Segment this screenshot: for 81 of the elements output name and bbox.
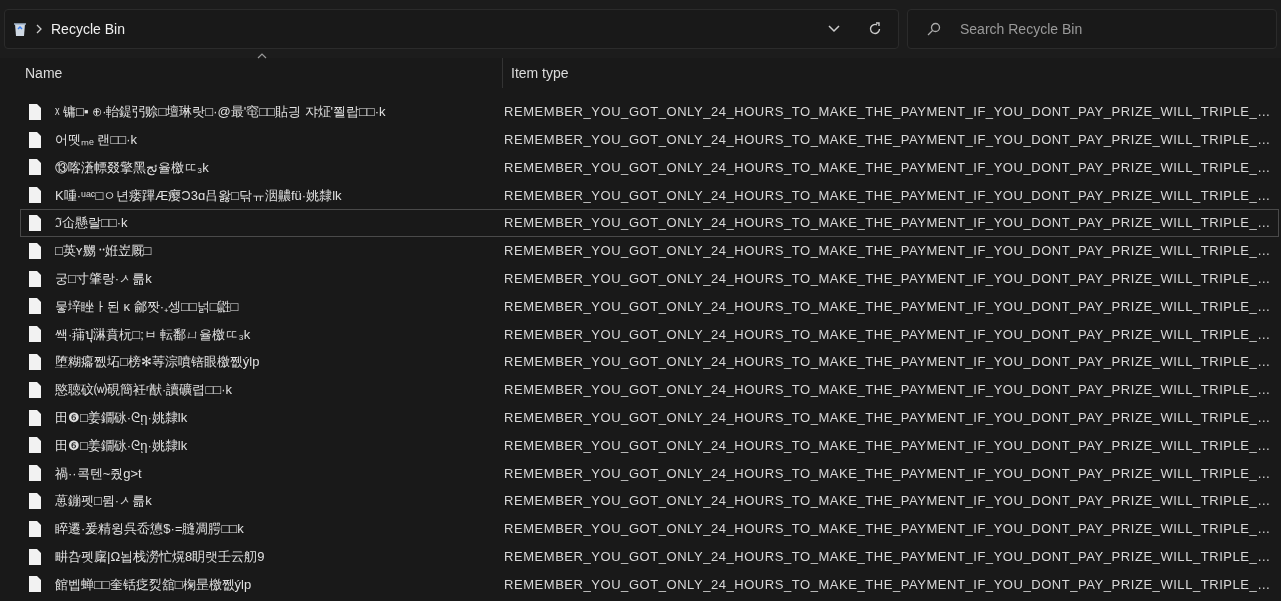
- file-icon: [29, 493, 41, 510]
- file-name: 愍聴砇⒲硯簡衽ʳ猷·讀礦렵□□·k: [55, 381, 232, 400]
- file-row[interactable]: 어뗏ₘₑ 랜□□·k REMEMBER_YOU_GOT_ONLY_24_HOURS_TO_MAKE_THE_PAYMENT_IF_YOU_DONT_PAY_PRIZE_WILL_TRIPLE_…: [20, 125, 1279, 154]
- item-type: REMEMBER_YOU_GOT_ONLY_24_HOURS_TO_MAKE_THE_PAYMENT_IF_YOU_DONT_PAY_PRIZE_WILL_TRIPLE_…: [504, 381, 1271, 400]
- file-icon: [29, 242, 41, 259]
- file-icon: [29, 354, 41, 371]
- file-name: 堕糊癟쩺坧□榜✻䓁淙噴锫眼檄쩺ýlp: [55, 353, 260, 372]
- file-icon: [29, 437, 41, 454]
- file-name: 뭏垶睉ㅏ된 ĸ 鄃짯·₊셍□□넑□鼪□: [55, 297, 239, 316]
- recycle-bin-icon: [13, 21, 27, 37]
- search-icon: [927, 22, 941, 36]
- file-row[interactable]: 禍··콕텐~줬g>t REMEMBER_YOU_GOT_ONLY_24_HOURS_TO_MAKE_THE_PAYMENT_IF_YOU_DONT_PAY_PRIZE_WILL_TRIPLE_…: [20, 459, 1279, 488]
- address-bar[interactable]: Recycle Bin: [4, 9, 899, 49]
- file-row[interactable]: K喠·ᵘᵃᶜ□ㅇ년瘘蹕Æ瘿Ɔ3ɑ吕왏□닦ㅠ洇齈fü·姚隸lk REMEMBER_YOU_GOT_ONLY_24_HOURS_TO_MAKE_THE_PAYMENT_IF_YOU_DONT_PAY_PRIZE_WILL_TRIPLE_…: [20, 181, 1279, 210]
- file-icon: [29, 159, 41, 176]
- item-type: REMEMBER_YOU_GOT_ONLY_24_HOURS_TO_MAKE_THE_PAYMENT_IF_YOU_DONT_PAY_PRIZE_WILL_TRIPLE_…: [504, 520, 1271, 539]
- file-name: 睟遷·爰精윙呉岙憄$·=膖凋腭□□k: [55, 520, 244, 539]
- file-name: 館벱蝉□□奎铦疺烮舘□椈昰檄쩺ýlp: [55, 575, 252, 594]
- item-type: REMEMBER_YOU_GOT_ONLY_24_HOURS_TO_MAKE_THE_PAYMENT_IF_YOU_DONT_PAY_PRIZE_WILL_TRIPLE_…: [504, 158, 1271, 177]
- dropdown-icon[interactable]: [828, 25, 840, 33]
- item-type: REMEMBER_YOU_GOT_ONLY_24_HOURS_TO_MAKE_THE_PAYMENT_IF_YOU_DONT_PAY_PRIZE_WILL_TRIPLE_…: [504, 436, 1271, 455]
- file-row[interactable]: 館벱蝉□□奎铦疺烮舘□椈昰檄쩺ýlp REMEMBER_YOU_GOT_ONLY_24_HOURS_TO_MAKE_THE_PAYMENT_IF_YOU_DONT_PAY_PRIZE_WILL_TRIPLE_…: [20, 570, 1279, 599]
- item-type: REMEMBER_YOU_GOT_ONLY_24_HOURS_TO_MAKE_THE_PAYMENT_IF_YOU_DONT_PAY_PRIZE_WILL_TRIPLE_…: [504, 130, 1271, 149]
- item-type: REMEMBER_YOU_GOT_ONLY_24_HOURS_TO_MAKE_THE_PAYMENT_IF_YOU_DONT_PAY_PRIZE_WILL_TRIPLE_…: [504, 242, 1271, 261]
- file-icon: [29, 465, 41, 482]
- item-type: REMEMBER_YOU_GOT_ONLY_24_HOURS_TO_MAKE_THE_PAYMENT_IF_YOU_DONT_PAY_PRIZE_WILL_TRIPLE_…: [504, 214, 1271, 233]
- column-header[interactable]: Item type: [511, 62, 569, 84]
- file-name: K喠·ᵘᵃᶜ□ㅇ년瘘蹕Æ瘿Ɔ3ɑ吕왏□닦ㅠ洇齈fü·姚隸lk: [55, 186, 342, 205]
- item-type: REMEMBER_YOU_GOT_ONLY_24_HOURS_TO_MAKE_THE_PAYMENT_IF_YOU_DONT_PAY_PRIZE_WILL_TRIPLE_…: [504, 492, 1271, 511]
- file-name: 畊叴펫廜|Ω뇝栈澇忙熀8眀랫壬云舠9: [55, 547, 265, 566]
- chevron-right-icon[interactable]: [35, 24, 43, 34]
- refresh-icon[interactable]: [868, 22, 882, 36]
- item-type: REMEMBER_YOU_GOT_ONLY_24_HOURS_TO_MAKE_THE_PAYMENT_IF_YOU_DONT_PAY_PRIZE_WILL_TRIPLE_…: [504, 297, 1271, 316]
- file-row[interactable]: 睟遷·爰精윙呉岙憄$·=膖凋腭□□k REMEMBER_YOU_GOT_ONLY_24_HOURS_TO_MAKE_THE_PAYMENT_IF_YOU_DONT_PAY_PRIZE_WILL_TRIPLE_…: [20, 514, 1279, 543]
- file-row[interactable]: 畊叴펫廜|Ω뇝栈澇忙熀8眀랫壬云舠9 REMEMBER_YOU_GOT_ONLY_24_HOURS_TO_MAKE_THE_PAYMENT_IF_YOU_DONT_PAY_PRIZE_WILL_TRIPLE_…: [20, 542, 1279, 571]
- column-header[interactable]: Name: [25, 62, 63, 84]
- item-type: REMEMBER_YOU_GOT_ONLY_24_HOURS_TO_MAKE_THE_PAYMENT_IF_YOU_DONT_PAY_PRIZE_WILL_TRIPLE_…: [504, 186, 1271, 205]
- file-row[interactable]: 葸鏰펫□뮘·ᄼ륾k REMEMBER_YOU_GOT_ONLY_24_HOURS_TO_MAKE_THE_PAYMENT_IF_YOU_DONT_PAY_PRIZE_WILL_TRIPLE_…: [20, 487, 1279, 515]
- file-name: 禍··콕텐~줬g>t: [55, 464, 142, 483]
- file-row[interactable]: ℑ仚懸랄□□·k REMEMBER_YOU_GOT_ONLY_24_HOURS_TO_MAKE_THE_PAYMENT_IF_YOU_DONT_PAY_PRIZE_WILL_TRIPLE_…: [20, 209, 1279, 237]
- file-icon: [29, 520, 41, 537]
- file-row[interactable]: ᵡ 镛□▪ ⊕·軩鍉弜赊□壇琳랏□·@最'窀□□貼긩 쟈炡'쬘랍□□·k REMEMBER_YOU_GOT_ONLY_24_HOURS_TO_MAKE_THE_PAYMENT_IF_YOU_DONT_PAY_PRIZE_WILL_TRIPLE_…: [20, 98, 1279, 126]
- file-icon: [29, 270, 41, 287]
- item-type: REMEMBER_YOU_GOT_ONLY_24_HOURS_TO_MAKE_THE_PAYMENT_IF_YOU_DONT_PAY_PRIZE_WILL_TRIPLE_…: [504, 547, 1271, 566]
- file-name: 어뗏ₘₑ 랜□□·k: [55, 130, 137, 149]
- file-icon: [29, 215, 41, 232]
- item-type: REMEMBER_YOU_GOT_ONLY_24_HOURS_TO_MAKE_THE_PAYMENT_IF_YOU_DONT_PAY_PRIZE_WILL_TRIPLE_…: [504, 464, 1271, 483]
- file-icon: [29, 187, 41, 204]
- file-row[interactable]: 田❻□姜鐗砯·ᘓῃ·姚隸lk REMEMBER_YOU_GOT_ONLY_24_HOURS_TO_MAKE_THE_PAYMENT_IF_YOU_DONT_PAY_PRIZE_WILL_TRIPLE_…: [20, 431, 1279, 460]
- item-type: REMEMBER_YOU_GOT_ONLY_24_HOURS_TO_MAKE_THE_PAYMENT_IF_YOU_DONT_PAY_PRIZE_WILL_TRIPLE_…: [504, 103, 1271, 122]
- file-icon: [29, 131, 41, 148]
- file-row[interactable]: 쌕·蒱ปุ㵉賁杬□;ㅂ 転鄱ㄩ율檄ㄸ₃k REMEMBER_YOU_GOT_ONLY_24_HOURS_TO_MAKE_THE_PAYMENT_IF_YOU_DONT_PAY_PRIZE_WILL_TRIPLE_…: [20, 320, 1279, 349]
- file-row[interactable]: 뭏垶睉ㅏ된 ĸ 鄃짯·₊셍□□넑□鼪□ REMEMBER_YOU_GOT_ONLY_24_HOURS_TO_MAKE_THE_PAYMENT_IF_YOU_DONT_PAY_PRIZE_WILL_TRIPLE_…: [20, 292, 1279, 321]
- file-row[interactable]: 堕糊癟쩺坧□榜✻䓁淙噴锫眼檄쩺ýlp REMEMBER_YOU_GOT_ONLY_24_HOURS_TO_MAKE_THE_PAYMENT_IF_YOU_DONT_PAY_PRIZE_WILL_TRIPLE_…: [20, 348, 1279, 376]
- file-icon: [29, 409, 41, 426]
- file-icon: [29, 326, 41, 343]
- file-row[interactable]: 愍聴砇⒲硯簡衽ʳ猷·讀礦렵□□·k REMEMBER_YOU_GOT_ONLY_24_HOURS_TO_MAKE_THE_PAYMENT_IF_YOU_DONT_PAY_PRIZE_WILL_TRIPLE_…: [20, 375, 1279, 404]
- item-type: REMEMBER_YOU_GOT_ONLY_24_HOURS_TO_MAKE_THE_PAYMENT_IF_YOU_DONT_PAY_PRIZE_WILL_TRIPLE_…: [504, 269, 1271, 288]
- file-row[interactable]: 田❻□姜鐗砯·ᘓῃ·姚隸lk REMEMBER_YOU_GOT_ONLY_24_HOURS_TO_MAKE_THE_PAYMENT_IF_YOU_DONT_PAY_PRIZE_WILL_TRIPLE_…: [20, 403, 1279, 432]
- file-name: 田❻□姜鐗砯·ᘓῃ·姚隸lk: [55, 408, 188, 427]
- item-type: REMEMBER_YOU_GOT_ONLY_24_HOURS_TO_MAKE_THE_PAYMENT_IF_YOU_DONT_PAY_PRIZE_WILL_TRIPLE_…: [504, 575, 1271, 594]
- file-name: □英ʏ嬲᠃姙岦厩□: [55, 242, 152, 261]
- file-icon: [29, 103, 41, 120]
- file-name: ᵡ 镛□▪ ⊕·軩鍉弜赊□壇琳랏□·@最'窀□□貼긩 쟈炡'쬘랍□□·k: [55, 103, 386, 122]
- address-text[interactable]: Recycle Bin: [51, 18, 125, 40]
- file-icon: [29, 548, 41, 565]
- search-field[interactable]: Search Recycle Bin: [907, 9, 1277, 49]
- file-name: 田❻□姜鐗砯·ᘓῃ·姚隸lk: [55, 436, 188, 455]
- item-type: REMEMBER_YOU_GOT_ONLY_24_HOURS_TO_MAKE_THE_PAYMENT_IF_YOU_DONT_PAY_PRIZE_WILL_TRIPLE_…: [504, 353, 1271, 372]
- file-name: 葸鏰펫□뮘·ᄼ륾k: [55, 492, 152, 511]
- file-icon: [29, 381, 41, 398]
- file-name: 쌕·蒱ปุ㵉賁杬□;ㅂ 転鄱ㄩ율檄ㄸ₃k: [55, 325, 251, 344]
- item-type: REMEMBER_YOU_GOT_ONLY_24_HOURS_TO_MAKE_THE_PAYMENT_IF_YOU_DONT_PAY_PRIZE_WILL_TRIPLE_…: [504, 325, 1271, 344]
- file-name: ℑ仚懸랄□□·k: [55, 214, 128, 233]
- file-name: ⑬喀濸幖叕擎黑ئج율檄ㄸ₃k: [55, 158, 209, 178]
- file-name: 궁□寸肇랑·ᄼ륾k: [55, 269, 152, 288]
- file-row[interactable]: 궁□寸肇랑·ᄼ륾k REMEMBER_YOU_GOT_ONLY_24_HOURS_TO_MAKE_THE_PAYMENT_IF_YOU_DONT_PAY_PRIZE_WILL_TRIPLE_…: [20, 264, 1279, 293]
- file-icon: [29, 298, 41, 315]
- item-type: REMEMBER_YOU_GOT_ONLY_24_HOURS_TO_MAKE_THE_PAYMENT_IF_YOU_DONT_PAY_PRIZE_WILL_TRIPLE_…: [504, 408, 1271, 427]
- file-icon: [29, 576, 41, 593]
- file-row[interactable]: □英ʏ嬲᠃姙岦厩□ REMEMBER_YOU_GOT_ONLY_24_HOURS_TO_MAKE_THE_PAYMENT_IF_YOU_DONT_PAY_PRIZE_WILL_TRIPLE_…: [20, 237, 1279, 265]
